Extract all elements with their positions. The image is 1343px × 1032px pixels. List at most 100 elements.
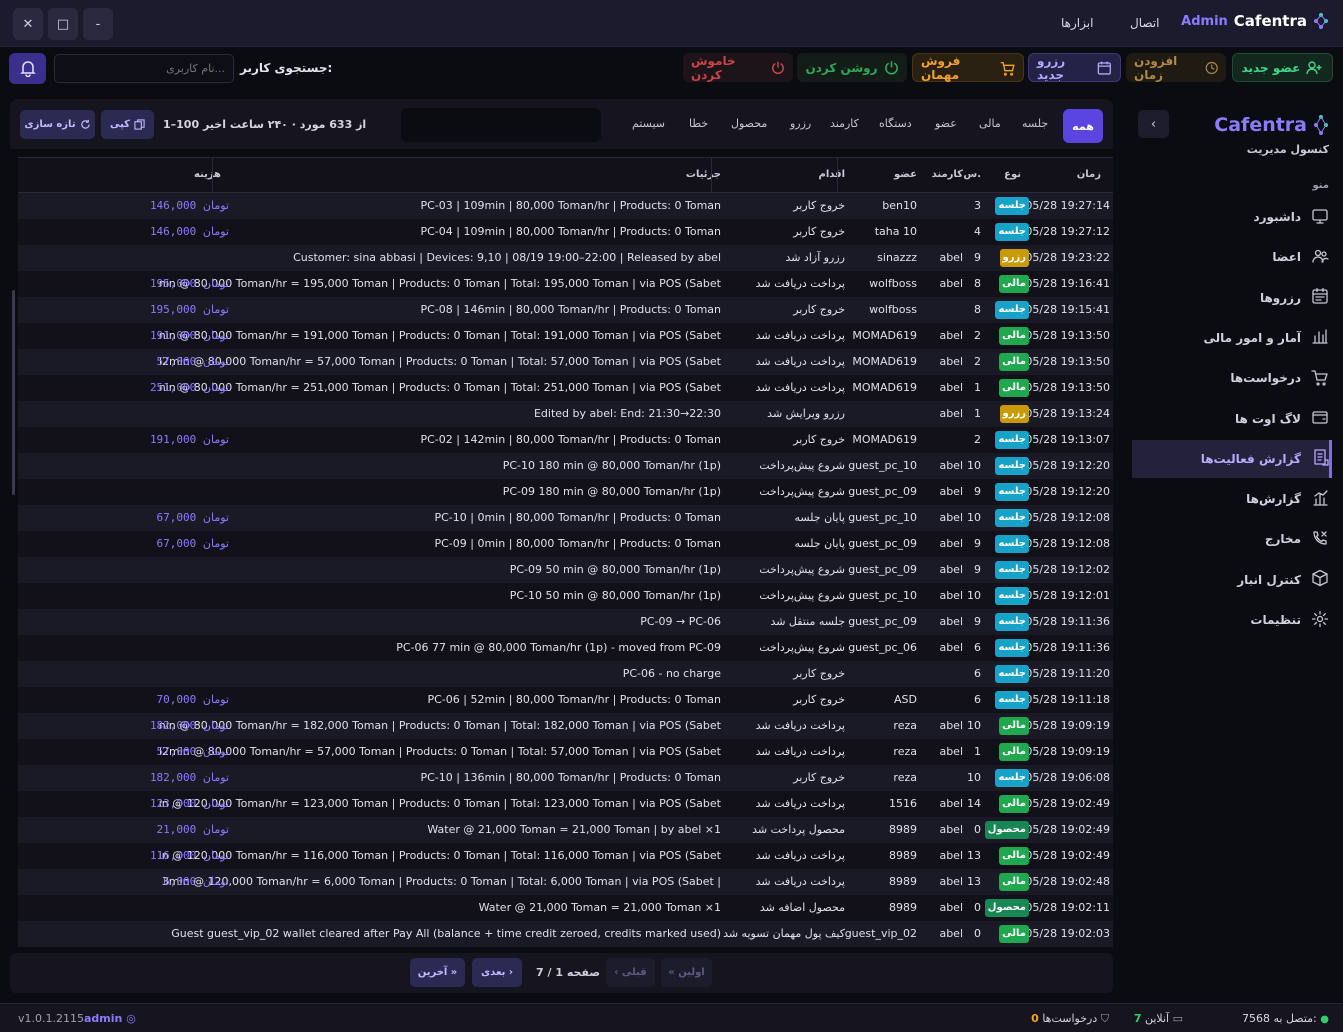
cell-num: 8 [974, 303, 981, 316]
power-off-button[interactable]: خاموش کردن [683, 53, 793, 82]
topnav-tools[interactable]: ابزارها [1061, 16, 1093, 30]
table-row[interactable]: 05/28 19:15:41 جلسه 8 wolfboss خروج کاربر PC-… [18, 297, 1113, 323]
topnav-connection[interactable]: اتصال [1130, 16, 1159, 30]
tab-financial[interactable]: مالی [979, 117, 1001, 130]
table-row[interactable]: 05/28 19:12:20 جلسه 9 abel guest_pc_09 شروع پ… [18, 479, 1113, 505]
tab-reservation[interactable]: رزرو [790, 117, 811, 130]
sidebar-item-gear[interactable]: تنظیمات [1129, 601, 1329, 639]
table-row[interactable]: 05/28 19:02:49 محصول 0 abel 8989 محصول پرداخت… [18, 817, 1113, 843]
copy-button[interactable]: کپی [101, 110, 154, 139]
add-time-button[interactable]: افزودن زمان [1126, 53, 1226, 82]
wallet-icon [1311, 408, 1329, 429]
cell-details: PC-09 → PC-06 [640, 615, 721, 628]
guest-sale-button[interactable]: فروش مهمان [912, 53, 1024, 82]
sidebar-item-activity-report[interactable]: گزارش فعالیت‌ها [1132, 439, 1332, 478]
table-row[interactable]: 05/28 19:12:08 جلسه 10 abel guest_pc_10 پایان… [18, 505, 1113, 531]
notifications-button[interactable] [9, 53, 46, 84]
last-page-button[interactable]: آخرین » [410, 958, 465, 987]
cell-action: پرداخت دریافت شد [755, 797, 845, 810]
table-row[interactable]: 05/28 19:12:01 جلسه 10 abel guest_pc_10 شروع … [18, 583, 1113, 609]
table-row[interactable]: 05/28 19:13:50 مالی 1 abel MOMAD619 پرداخت در… [18, 375, 1113, 401]
tab-error[interactable]: خطا [689, 117, 708, 130]
first-page-button[interactable]: « اولین [661, 958, 712, 987]
refresh-button[interactable]: تازه سازی [20, 110, 95, 139]
table-row[interactable]: 05/28 19:09:19 مالی 10 abel reza پرداخت دریاف… [18, 713, 1113, 739]
sidebar-collapse-button[interactable]: ‹ [1138, 110, 1169, 138]
col-staff[interactable]: کارمند [932, 169, 963, 180]
sidebar-item-calendar[interactable]: رزروها [1129, 279, 1329, 317]
cell-num: 9 [974, 485, 981, 498]
table-row[interactable]: 05/28 19:02:49 مالی 14 abel 1516 پرداخت دریاف… [18, 791, 1113, 817]
prev-page-button[interactable]: ‹ قبلی [606, 958, 655, 987]
sidebar-item-cart[interactable]: درخواست‌ها [1129, 359, 1329, 397]
table-row[interactable]: 05/28 19:11:36 جلسه 9 abel guest_pc_09 جلسه م… [18, 609, 1113, 635]
sidebar-item-users[interactable]: اعضا [1129, 238, 1329, 276]
sidebar-item-label: رزروها [1259, 290, 1301, 305]
table-row[interactable]: 05/28 19:13:07 جلسه 2 MOMAD619 خروج کاربر PC-… [18, 427, 1113, 453]
sidebar-item-monitor[interactable]: داشبورد [1129, 198, 1329, 236]
cell-member: guest_pc_10 [848, 459, 917, 472]
tab-session[interactable]: جلسه [1022, 117, 1048, 130]
tab-all[interactable]: همه [1063, 109, 1103, 143]
col-type[interactable]: نوع [1004, 169, 1021, 180]
table-row[interactable]: 05/28 19:02:03 مالی 0 abel guest_vip_02 کیف پ… [18, 921, 1113, 947]
cell-action: شروع پیش‌پرداخت [759, 563, 845, 576]
table-row[interactable]: 05/28 19:11:18 جلسه 6 ASD خروج کاربر PC-06 | … [18, 687, 1113, 713]
type-badge: محصول [984, 899, 1029, 917]
app-version: v1.0.1.2115 [18, 1012, 84, 1025]
cell-cost: تومان 116,000 [149, 849, 229, 862]
sidebar-item-bar-chart[interactable]: آمار و امور مالی [1129, 319, 1329, 357]
table-row[interactable]: 05/28 19:09:19 مالی 1 abel reza پرداخت دریافت… [18, 739, 1113, 765]
scrollbar[interactable] [12, 290, 15, 495]
user-search-input[interactable] [54, 54, 234, 83]
tab-staff[interactable]: کارمند [830, 117, 859, 130]
current-user[interactable]: admin ◎ [84, 1012, 136, 1025]
power-on-button[interactable]: روشن کردن [797, 53, 907, 82]
user-search-label: جستجوی کاربر: [240, 61, 333, 75]
cell-staff: abel [939, 537, 963, 550]
sidebar-item-box[interactable]: کنترل انبار [1129, 561, 1329, 599]
tab-member[interactable]: عضو [935, 117, 957, 130]
next-page-button[interactable]: بعدی › [472, 958, 522, 987]
new-reservation-button[interactable]: رزرو جدید [1028, 53, 1121, 82]
table-row[interactable]: 05/28 19:12:08 جلسه 9 abel guest_pc_09 پایان … [18, 531, 1113, 557]
col-details[interactable]: جزئیات [686, 169, 721, 180]
col-action[interactable]: اقدام [818, 169, 845, 180]
table-row[interactable]: 05/28 19:16:41 مالی 8 abel wolfboss پرداخت در… [18, 271, 1113, 297]
table-row[interactable]: 05/28 19:27:12 جلسه 4 taha 10 خروج کاربر PC-0… [18, 219, 1113, 245]
new-member-button[interactable]: عضو جدید [1232, 53, 1333, 82]
tab-device[interactable]: دستگاه [879, 117, 912, 130]
cell-num: 14 [967, 797, 981, 810]
table-row[interactable]: 05/28 19:13:24 رزرو 1 abel رزرو ویرایش شد Edi… [18, 401, 1113, 427]
sidebar-item-reports[interactable]: گزارش‌ها [1129, 480, 1329, 518]
table-row[interactable]: 05/28 19:11:36 جلسه 6 abel guest_pc_06 شروع پ… [18, 635, 1113, 661]
col-member[interactable]: عضو [894, 169, 917, 180]
cell-time: 05/28 19:12:01 [1025, 589, 1110, 602]
minimize-button[interactable]: - [83, 8, 113, 40]
tab-product[interactable]: محصول [731, 117, 767, 130]
sidebar-item-wallet[interactable]: لاگ اوت ها [1129, 400, 1329, 438]
cell-details: PC-10 | 136min | 80,000 Toman/hr | Produ… [420, 771, 721, 784]
table-row[interactable]: 05/28 19:23:22 رزرو 9 abel sinazzz رزرو آزاد … [18, 245, 1113, 271]
tab-system[interactable]: سیستم [632, 117, 665, 130]
table-row[interactable]: 05/28 19:27:14 جلسه 3 ben10 خروج کاربر PC-03 … [18, 193, 1113, 219]
table-row[interactable]: 05/28 19:02:48 مالی 13 abel 8989 پرداخت دریاف… [18, 869, 1113, 895]
table-row[interactable]: 05/28 19:13:50 مالی 2 abel MOMAD619 پرداخت در… [18, 349, 1113, 375]
table-row[interactable]: 05/28 19:11:20 جلسه 6 خروج کاربر PC-06 - no … [18, 661, 1113, 687]
table-row[interactable]: 05/28 19:12:20 جلسه 10 abel guest_pc_10 شروع … [18, 453, 1113, 479]
col-cost[interactable]: هزینه [194, 169, 221, 180]
sidebar-item-label: اعضا [1272, 250, 1301, 265]
close-button[interactable]: ✕ [13, 8, 43, 40]
table-row[interactable]: 05/28 19:02:11 محصول 0 abel 8989 محصول اضافه … [18, 895, 1113, 921]
table-row[interactable]: 05/28 19:13:50 مالی 2 abel MOMAD619 پرداخت در… [18, 323, 1113, 349]
table-row[interactable]: 05/28 19:02:49 مالی 13 abel 8989 پرداخت دریاف… [18, 843, 1113, 869]
log-search-input[interactable] [401, 108, 601, 142]
col-time[interactable]: زمان [1077, 169, 1101, 180]
maximize-button[interactable]: □ [48, 8, 78, 40]
table-row[interactable]: 05/28 19:06:08 جلسه 10 reza خروج کاربر PC-10 … [18, 765, 1113, 791]
cell-staff: abel [939, 823, 963, 836]
sidebar-item-phone-x[interactable]: مخارج [1129, 520, 1329, 558]
col-num[interactable]: س. [963, 169, 981, 180]
table-row[interactable]: 05/28 19:12:02 جلسه 9 abel guest_pc_09 شروع پ… [18, 557, 1113, 583]
cell-details: nin @ 80,000 Toman/hr = 195,000 Toman | … [158, 277, 721, 290]
